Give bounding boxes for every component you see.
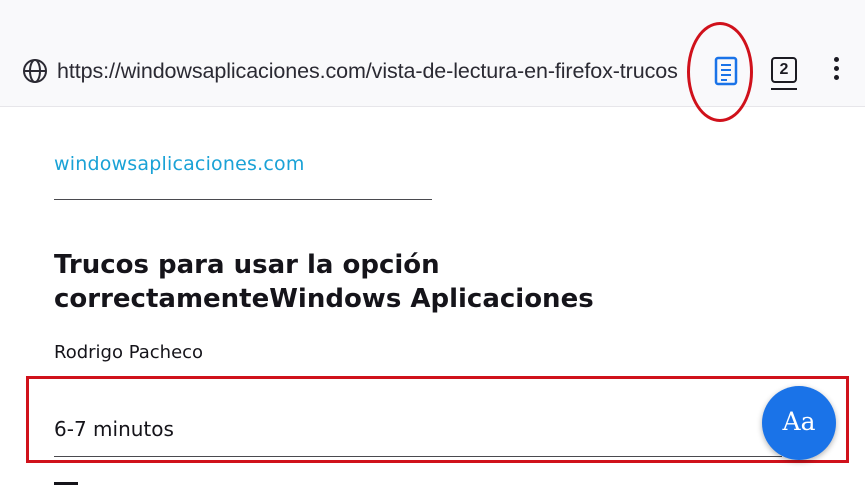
- article-site[interactable]: windowsaplicaciones.com: [54, 151, 305, 177]
- browser-toolbar: https://windowsaplicaciones.com/vista-de…: [0, 0, 865, 122]
- site-divider: [54, 199, 432, 200]
- next-line-fragment: [54, 478, 84, 486]
- globe-icon[interactable]: [22, 58, 48, 84]
- reader-font-settings-button[interactable]: Aa: [762, 386, 836, 460]
- article-title: Trucos para usar la opción correctamente…: [54, 250, 594, 314]
- kebab-menu-icon[interactable]: [826, 57, 846, 85]
- url-bar[interactable]: https://windowsaplicaciones.com/vista-de…: [57, 56, 693, 86]
- tab-counter-underline: [771, 88, 797, 90]
- reading-time-divider: [54, 456, 782, 457]
- reading-time: 6-7 minutos: [54, 417, 174, 441]
- reader-view-icon[interactable]: [713, 55, 739, 87]
- tab-counter-button[interactable]: 2: [771, 57, 797, 83]
- article-author: Rodrigo Pacheco: [54, 342, 204, 363]
